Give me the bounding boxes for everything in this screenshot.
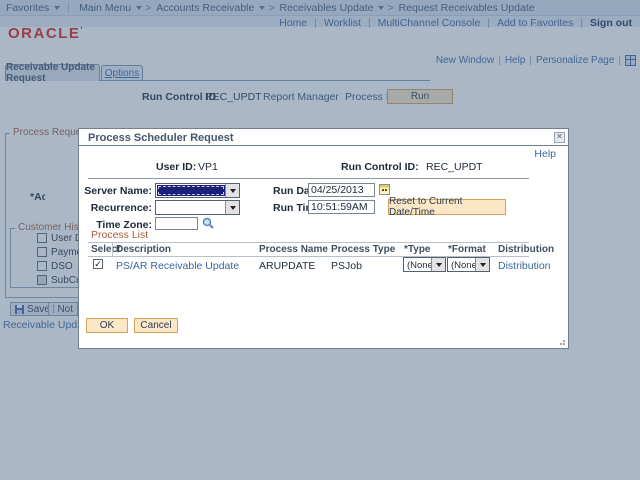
dropdown-button[interactable]: [225, 201, 239, 214]
column-header-process-type: Process Type: [331, 244, 396, 255]
column-header-format: *Format: [448, 244, 486, 255]
dropdown-button[interactable]: [431, 258, 445, 271]
cancel-button[interactable]: Cancel: [134, 318, 178, 333]
dialog-title: Process Scheduler Request: [88, 132, 234, 144]
column-header-description: Description: [116, 244, 172, 255]
divider: [88, 178, 529, 179]
server-name-select[interactable]: [155, 183, 240, 198]
recurrence-select[interactable]: [155, 200, 240, 215]
selected-option-highlight: [157, 185, 225, 196]
column-header-distribution: Distribution: [498, 244, 555, 255]
recurrence-label: Recurrence:: [90, 202, 152, 214]
run-date-input[interactable]: [308, 183, 375, 197]
dialog-help-link[interactable]: Help: [534, 149, 556, 160]
run-time-input[interactable]: [308, 200, 375, 214]
chevron-down-icon: [435, 262, 442, 267]
type-select[interactable]: (None): [403, 257, 446, 272]
dropdown-button[interactable]: [225, 184, 239, 197]
process-name-value: ARUPDATE: [259, 260, 316, 272]
application-window: Favorites Main Menu > Accounts Receivabl…: [0, 0, 640, 480]
divider: [88, 242, 529, 243]
resize-grip[interactable]: [558, 338, 565, 345]
column-header-process-name: Process Name: [259, 244, 328, 255]
lookup-magnifier-icon[interactable]: [202, 217, 214, 229]
reset-datetime-button[interactable]: Reset to Current Date/Time: [388, 196, 506, 218]
dialog-run-control-id-value: REC_UPDT: [426, 161, 483, 173]
process-select-checkbox[interactable]: ✓: [93, 259, 103, 269]
process-type-value: PSJob: [331, 260, 362, 272]
chevron-down-icon: [229, 188, 236, 193]
divider: [112, 242, 113, 256]
dialog-run-control-id-label: Run Control ID:: [341, 161, 419, 173]
process-scheduler-request-dialog: Process Scheduler Request ✕ Help User ID…: [78, 128, 569, 349]
process-list-title: Process List: [91, 229, 149, 241]
column-header-type: *Type: [404, 244, 431, 255]
dropdown-button[interactable]: [475, 258, 489, 271]
chevron-down-icon: [229, 205, 236, 210]
user-id-value: VP1: [198, 161, 218, 173]
format-select[interactable]: (None): [447, 257, 490, 272]
ok-button[interactable]: OK: [86, 318, 128, 333]
close-icon[interactable]: ✕: [554, 132, 565, 143]
calendar-icon[interactable]: [379, 184, 390, 195]
process-description-link[interactable]: PS/AR Receivable Update: [116, 261, 239, 272]
time-zone-input[interactable]: [155, 217, 198, 230]
user-id-label: User ID:: [156, 161, 197, 173]
distribution-link[interactable]: Distribution: [498, 261, 551, 272]
server-name-label: Server Name:: [84, 185, 152, 197]
chevron-down-icon: [479, 262, 486, 267]
